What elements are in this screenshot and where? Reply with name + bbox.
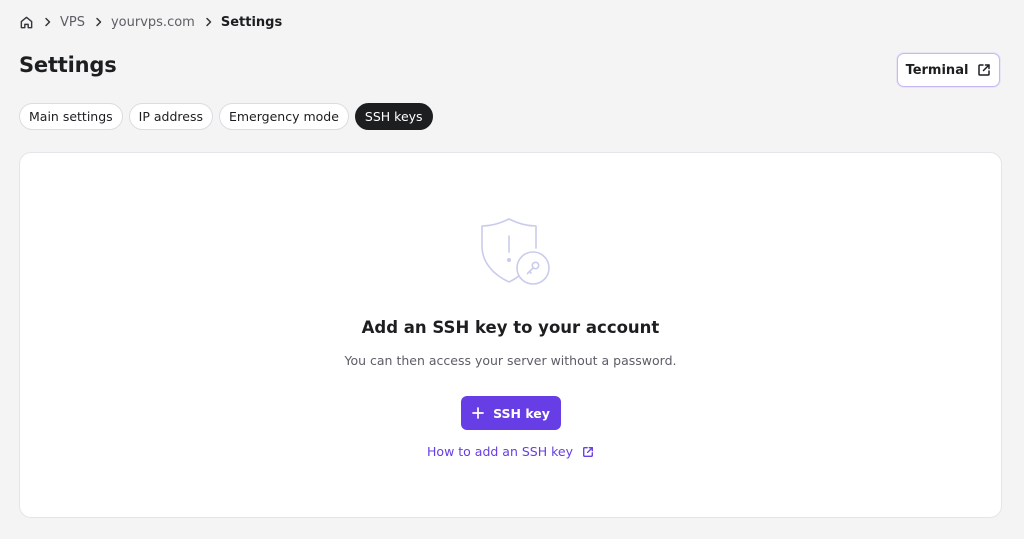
terminal-button[interactable]: Terminal [897, 53, 1000, 87]
plus-icon [472, 407, 484, 419]
settings-page: VPS yourvps.com Settings Settings Termin… [0, 0, 1024, 539]
add-ssh-key-label: SSH key [493, 405, 550, 421]
external-link-icon [582, 446, 594, 458]
breadcrumb: VPS yourvps.com Settings [19, 13, 282, 31]
tab-emergency-mode[interactable]: Emergency mode [218, 103, 349, 130]
chevron-right-icon [95, 17, 103, 27]
breadcrumb-current: Settings [220, 14, 283, 30]
settings-tabs: Main settings IP address Emergency mode … [19, 103, 433, 130]
add-ssh-key-button[interactable]: SSH key [461, 396, 561, 430]
terminal-button-label: Terminal [905, 62, 969, 78]
external-link-icon [977, 63, 991, 77]
chevron-right-icon [205, 17, 213, 27]
chevron-right-icon [44, 17, 52, 27]
ssh-keys-empty-state-card: Add an SSH key to your account You can t… [19, 152, 1002, 518]
empty-state-description: You can then access your server without … [344, 353, 677, 368]
how-to-add-ssh-key-link[interactable]: How to add an SSH key [20, 444, 1001, 459]
tab-ip-address[interactable]: IP address [128, 103, 213, 130]
tab-main-settings[interactable]: Main settings [19, 103, 123, 130]
shield-key-icon [477, 216, 553, 288]
help-link-label: How to add an SSH key [427, 444, 573, 459]
home-icon[interactable] [19, 15, 34, 30]
breadcrumb-item-vps[interactable]: VPS [60, 15, 85, 30]
tab-ssh-keys[interactable]: SSH keys [354, 103, 433, 130]
breadcrumb-item-domain[interactable]: yourvps.com [111, 15, 195, 30]
page-title: Settings [19, 53, 117, 77]
empty-state-title: Add an SSH key to your account [361, 318, 660, 337]
